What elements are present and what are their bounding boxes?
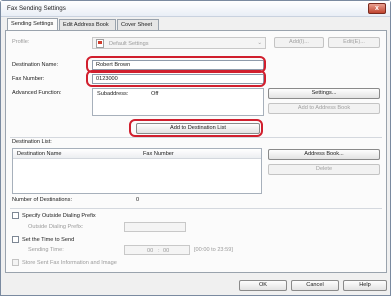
sending-settings-panel: Profile: Default Settings ⌄ Add(I)... Ed… [5,30,387,273]
number-of-destinations-label: Number of Destinations: [12,197,73,203]
address-book-button[interactable]: Address Book... [268,149,380,160]
sending-time-label: Sending Time: [28,247,64,253]
store-fax-checkbox[interactable] [12,259,19,266]
store-fax-check-label[interactable]: Store Sent Fax Information and Image [22,260,117,266]
title-bar: Fax Sending Settings x [1,1,390,17]
cancel-button[interactable]: Cancel [291,280,339,291]
tab-edit-address-book[interactable]: Edit Address Book [59,19,116,30]
outside-prefix-checkbox[interactable] [12,212,19,219]
add-to-address-book-button[interactable]: Add to Address Book [268,103,380,114]
tab-cover-sheet[interactable]: Cover Sheet [117,19,159,30]
fax-sending-settings-window: Fax Sending Settings x Sending Settings … [0,0,391,296]
sending-time-field[interactable]: 00 : 00 [124,245,190,255]
sending-time-hour: 00 [147,248,154,254]
options-divider [10,208,382,209]
advanced-function-label: Advanced Function: [12,90,62,96]
ok-button[interactable]: OK [239,280,287,291]
sending-time-range: [00:00 to 23:59] [194,247,233,253]
help-button[interactable]: Help [343,280,387,291]
close-button[interactable]: x [368,3,386,14]
tab-sending-settings[interactable]: Sending Settings [7,18,58,30]
advanced-function-box: Subaddress: Off [92,88,264,116]
profile-combo[interactable]: Default Settings ⌄ [92,37,266,49]
column-destination-name[interactable]: Destination Name [17,151,61,157]
fax-number-label: Fax Number: [12,76,45,82]
sending-time-separator: : [158,248,160,254]
subaddress-value: Off [151,91,159,97]
outside-prefix-label: Outside Dialing Prefix: [28,224,84,230]
chevron-down-icon: ⌄ [257,40,262,46]
outside-prefix-check-label[interactable]: Specify Outside Dialing Prefix [22,213,96,219]
delete-button[interactable]: Delete [268,164,380,175]
number-of-destinations-value: 0 [136,197,140,203]
fax-profile-icon [96,39,104,48]
edit-profile-button[interactable]: Edit(E)... [328,37,380,48]
add-to-destination-list-button[interactable]: Add to Destination List [136,123,260,134]
destination-list[interactable]: Destination Name Fax Number [12,148,262,194]
section-divider [10,137,382,138]
settings-button[interactable]: Settings... [268,88,380,99]
fax-number-field[interactable]: 0123000 [92,74,264,84]
destination-list-header: Destination Name Fax Number [13,149,261,159]
subaddress-label: Subaddress: [97,91,129,97]
window-title: Fax Sending Settings [7,5,66,12]
add-profile-button[interactable]: Add(I)... [274,37,324,48]
profile-value: Default Settings [109,41,149,47]
destination-list-label: Destination List: [12,139,52,145]
set-time-checkbox[interactable] [12,236,19,243]
profile-label: Profile: [12,39,30,45]
sending-time-minute: 00 [163,248,170,254]
outside-prefix-field[interactable] [124,222,186,232]
destination-name-label: Destination Name: [12,62,59,68]
set-time-check-label[interactable]: Set the Time to Send [22,237,74,243]
destination-name-field[interactable]: Robert Brown [92,60,264,70]
column-fax-number[interactable]: Fax Number [143,151,174,157]
